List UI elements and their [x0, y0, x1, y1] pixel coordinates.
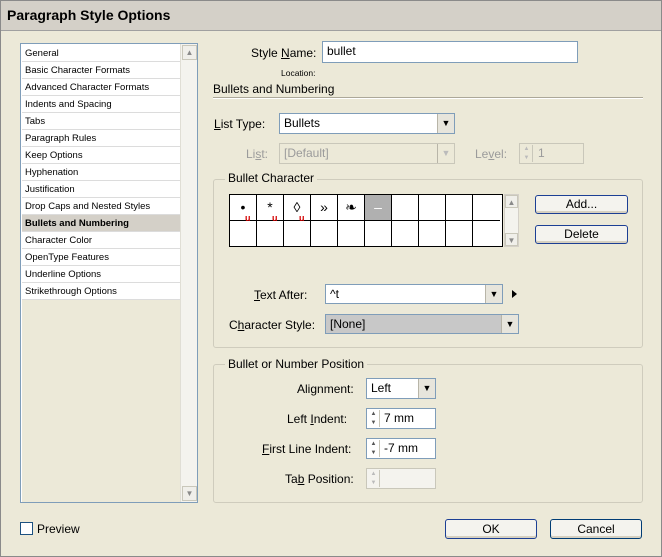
- glyph-cell[interactable]: [473, 221, 500, 247]
- sidebar-item[interactable]: OpenType Features: [22, 249, 181, 266]
- character-style-value: [None]: [330, 317, 366, 331]
- chevron-down-icon[interactable]: ▼: [418, 379, 435, 398]
- paragraph-style-options-dialog: Paragraph Style Options General Basic Cha…: [0, 0, 662, 557]
- bullet-character-title: Bullet Character: [225, 171, 318, 185]
- glyph-cell[interactable]: [284, 221, 311, 247]
- scroll-down-icon[interactable]: ▼: [505, 233, 518, 246]
- glyph-cell[interactable]: ◊ u: [284, 195, 311, 223]
- level-value: 1: [538, 146, 545, 160]
- glyph-cell[interactable]: [311, 221, 338, 247]
- chevron-down-icon[interactable]: ▼: [437, 144, 454, 163]
- bullet-glyph-grid: • u * u ◊ u » ❧ –: [229, 194, 503, 247]
- sidebar-item[interactable]: Hyphenation: [22, 164, 181, 181]
- tab-position-stepper[interactable]: ▲ ▼: [368, 470, 380, 487]
- category-list-empty-area: [22, 300, 181, 502]
- tab-position-label: Tab Position:: [285, 472, 354, 486]
- chevron-down-icon[interactable]: ▼: [501, 315, 518, 333]
- character-style-select[interactable]: [None] ▼: [325, 314, 519, 334]
- glyph-cell[interactable]: [230, 221, 257, 247]
- alignment-label: Alignment:: [297, 382, 354, 396]
- glyph-cell[interactable]: • u: [230, 195, 257, 223]
- sidebar-item[interactable]: Drop Caps and Nested Styles: [22, 198, 181, 215]
- location-label: Location:: [281, 68, 316, 78]
- preview-label: Preview: [37, 522, 80, 536]
- sidebar-item[interactable]: Underline Options: [22, 266, 181, 283]
- preview-checkbox[interactable]: [20, 522, 33, 535]
- text-after-label: Text After:: [254, 288, 308, 302]
- glyph-cell[interactable]: »: [311, 195, 338, 221]
- glyph-cell[interactable]: [473, 195, 500, 221]
- title-bar: Paragraph Style Options: [1, 1, 661, 31]
- first-line-indent-label: First Line Indent:: [262, 442, 352, 456]
- scroll-down-icon[interactable]: ▼: [182, 486, 197, 501]
- glyph-cell[interactable]: [392, 195, 419, 221]
- first-line-indent-stepper[interactable]: ▲ ▼: [368, 440, 380, 457]
- dialog-title: Paragraph Style Options: [7, 7, 171, 23]
- level-stepper[interactable]: ▲ ▼: [521, 145, 533, 162]
- glyph-char: »: [320, 199, 328, 215]
- left-indent-label: Left Indent:: [287, 412, 348, 426]
- left-indent-input[interactable]: ▲ ▼ 7 mm: [366, 408, 436, 429]
- glyph-cell[interactable]: ❧: [338, 195, 365, 221]
- alignment-select[interactable]: Left ▼: [366, 378, 436, 399]
- sidebar-item[interactable]: Indents and Spacing: [22, 96, 181, 113]
- glyph-cell[interactable]: [365, 221, 392, 247]
- sidebar-item[interactable]: Character Color: [22, 232, 181, 249]
- style-name-label: Style Name:: [251, 46, 317, 60]
- sidebar-item[interactable]: Keep Options: [22, 147, 181, 164]
- add-bullet-button[interactable]: Add...: [535, 195, 628, 214]
- glyph-char: ❧: [345, 199, 357, 215]
- text-after-combo[interactable]: ^t ▼: [325, 284, 503, 304]
- bullet-position-title: Bullet or Number Position: [225, 357, 368, 371]
- list-type-label: List Type:: [214, 117, 266, 131]
- section-title: Bullets and Numbering: [213, 82, 335, 96]
- sidebar-item[interactable]: Advanced Character Formats: [22, 79, 181, 96]
- alignment-value: Left: [371, 381, 392, 395]
- cancel-button[interactable]: Cancel: [550, 519, 642, 539]
- chevron-down-icon[interactable]: ▼: [437, 114, 454, 133]
- sidebar-item[interactable]: Tabs: [22, 113, 181, 130]
- first-line-indent-value: -7 mm: [384, 441, 418, 455]
- glyph-cell[interactable]: [257, 221, 284, 247]
- left-indent-value: 7 mm: [384, 411, 414, 425]
- character-style-label: Character Style:: [229, 318, 316, 332]
- glyph-cell[interactable]: [446, 221, 473, 247]
- sidebar-item[interactable]: Bullets and Numbering: [22, 215, 181, 232]
- glyph-char: –: [374, 199, 382, 215]
- first-line-indent-input[interactable]: ▲ ▼ -7 mm: [366, 438, 436, 459]
- category-list: General Basic Character Formats Advanced C…: [20, 43, 198, 503]
- glyph-cell[interactable]: [392, 221, 419, 247]
- level-label: Level:: [475, 147, 508, 161]
- scroll-up-icon[interactable]: ▲: [505, 195, 518, 208]
- sidebar-item[interactable]: Strikethrough Options: [22, 283, 181, 300]
- list-type-value: Bullets: [284, 116, 321, 130]
- delete-bullet-button[interactable]: Delete: [535, 225, 628, 244]
- sidebar-item[interactable]: Paragraph Rules: [22, 130, 181, 147]
- tab-position-input[interactable]: ▲ ▼: [366, 468, 436, 489]
- glyph-cell[interactable]: –: [365, 195, 392, 221]
- glyph-cell[interactable]: * u: [257, 195, 284, 223]
- style-name-input[interactable]: bullet: [322, 41, 578, 63]
- sidebar-item[interactable]: Basic Character Formats: [22, 62, 181, 79]
- list-value: [Default]: [284, 146, 329, 160]
- list-select[interactable]: [Default] ▼: [279, 143, 455, 164]
- list-type-select[interactable]: Bullets ▼: [279, 113, 455, 134]
- glyph-cell[interactable]: [419, 195, 446, 221]
- special-character-menu-icon[interactable]: [512, 290, 517, 298]
- glyph-grid-scrollbar[interactable]: ▲ ▼: [504, 194, 519, 247]
- glyph-cell[interactable]: [446, 195, 473, 221]
- level-input[interactable]: ▲ ▼ 1: [519, 143, 584, 164]
- scroll-up-icon[interactable]: ▲: [182, 45, 197, 60]
- glyph-cell[interactable]: [338, 221, 365, 247]
- list-label: List:: [246, 147, 269, 161]
- chevron-down-icon[interactable]: ▼: [485, 285, 502, 303]
- ok-button[interactable]: OK: [445, 519, 537, 539]
- left-indent-stepper[interactable]: ▲ ▼: [368, 410, 380, 427]
- category-list-scrollbar[interactable]: ▲ ▼: [180, 44, 197, 502]
- sidebar-item[interactable]: Justification: [22, 181, 181, 198]
- sidebar-item[interactable]: General: [22, 45, 181, 62]
- glyph-cell[interactable]: [419, 221, 446, 247]
- text-after-value: ^t: [330, 287, 339, 301]
